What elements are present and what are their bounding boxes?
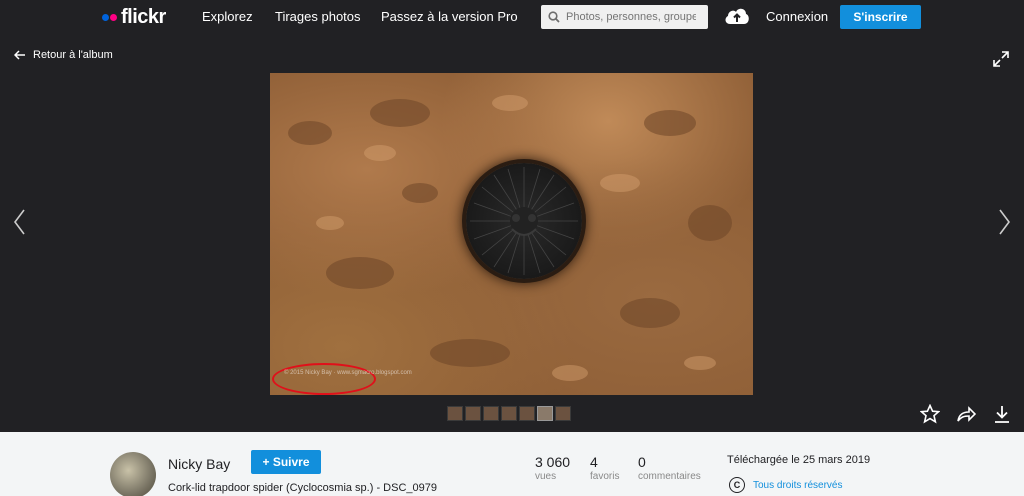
red-annotation-circle (272, 363, 376, 395)
spider-burrow-lid (466, 163, 582, 279)
photo-viewer: Retour à l'album © 2015 Nicky Bay · www.… (0, 36, 1024, 432)
photo-actions (920, 404, 1012, 424)
photo-watermark: © 2015 Nicky Bay · www.sgmacro.blogspot.… (284, 370, 412, 376)
thumbnail[interactable] (465, 406, 481, 421)
faves-count: 4 (590, 454, 598, 470)
thumbnail[interactable] (501, 406, 517, 421)
flickr-logo[interactable]: flickr (102, 6, 166, 28)
faves-label: favoris (590, 471, 620, 482)
license-info[interactable]: C Tous droits réservés (729, 477, 842, 493)
follow-button[interactable]: + Suivre (251, 450, 321, 474)
thumbnail[interactable] (483, 406, 499, 421)
photostream-thumbnails (447, 406, 571, 421)
logo-blue-dot (102, 13, 109, 21)
license-label[interactable]: Tous droits réservés (753, 480, 842, 491)
author-name[interactable]: Nicky Bay (168, 456, 230, 472)
stat-views: 3 060 vues (535, 454, 570, 482)
comments-label: commentaires (638, 471, 701, 482)
search-box[interactable] (541, 5, 708, 29)
photo-info-panel: Nicky Bay + Suivre Cork-lid trapdoor spi… (0, 432, 1024, 496)
download-icon[interactable] (992, 404, 1012, 424)
upload-date: Téléchargée le 25 mars 2019 (727, 454, 871, 466)
login-link[interactable]: Connexion (766, 9, 828, 24)
copyright-icon: C (729, 477, 745, 493)
back-label: Retour à l'album (33, 49, 113, 61)
photo-title: Cork-lid trapdoor spider (Cyclocosmia sp… (168, 482, 437, 494)
logo-text: flickr (121, 5, 166, 28)
thumbnail[interactable] (519, 406, 535, 421)
search-input[interactable] (566, 11, 696, 23)
author-avatar[interactable] (110, 452, 156, 496)
signup-button[interactable]: S'inscrire (840, 5, 921, 29)
thumbnail[interactable] (555, 406, 571, 421)
main-photo[interactable]: © 2015 Nicky Bay · www.sgmacro.blogspot.… (270, 73, 753, 395)
fullscreen-icon[interactable] (993, 51, 1009, 67)
nav-prints[interactable]: Tirages photos (275, 9, 361, 24)
comments-count: 0 (638, 454, 646, 470)
search-icon (548, 11, 560, 23)
lid-ridges (470, 167, 578, 275)
arrow-left-icon (14, 50, 25, 60)
stat-comments: 0 commentaires (638, 454, 701, 482)
next-photo-icon[interactable] (998, 208, 1012, 236)
upload-cloud-icon[interactable] (724, 6, 750, 26)
nav-explore[interactable]: Explorez (202, 9, 253, 24)
views-label: vues (535, 471, 557, 482)
logo-pink-dot (110, 13, 117, 21)
thumbnail-active[interactable] (537, 406, 553, 421)
nav-pro[interactable]: Passez à la version Pro (381, 9, 518, 24)
favorite-star-icon[interactable] (920, 404, 940, 424)
back-to-album-link[interactable]: Retour à l'album (14, 49, 113, 61)
stat-faves: 4 favoris (590, 454, 619, 482)
previous-photo-icon[interactable] (12, 208, 26, 236)
thumbnail[interactable] (447, 406, 463, 421)
share-icon[interactable] (956, 404, 976, 424)
top-navbar: flickr Explorez Tirages photos Passez à … (0, 0, 1024, 36)
views-count: 3 060 (535, 454, 571, 470)
